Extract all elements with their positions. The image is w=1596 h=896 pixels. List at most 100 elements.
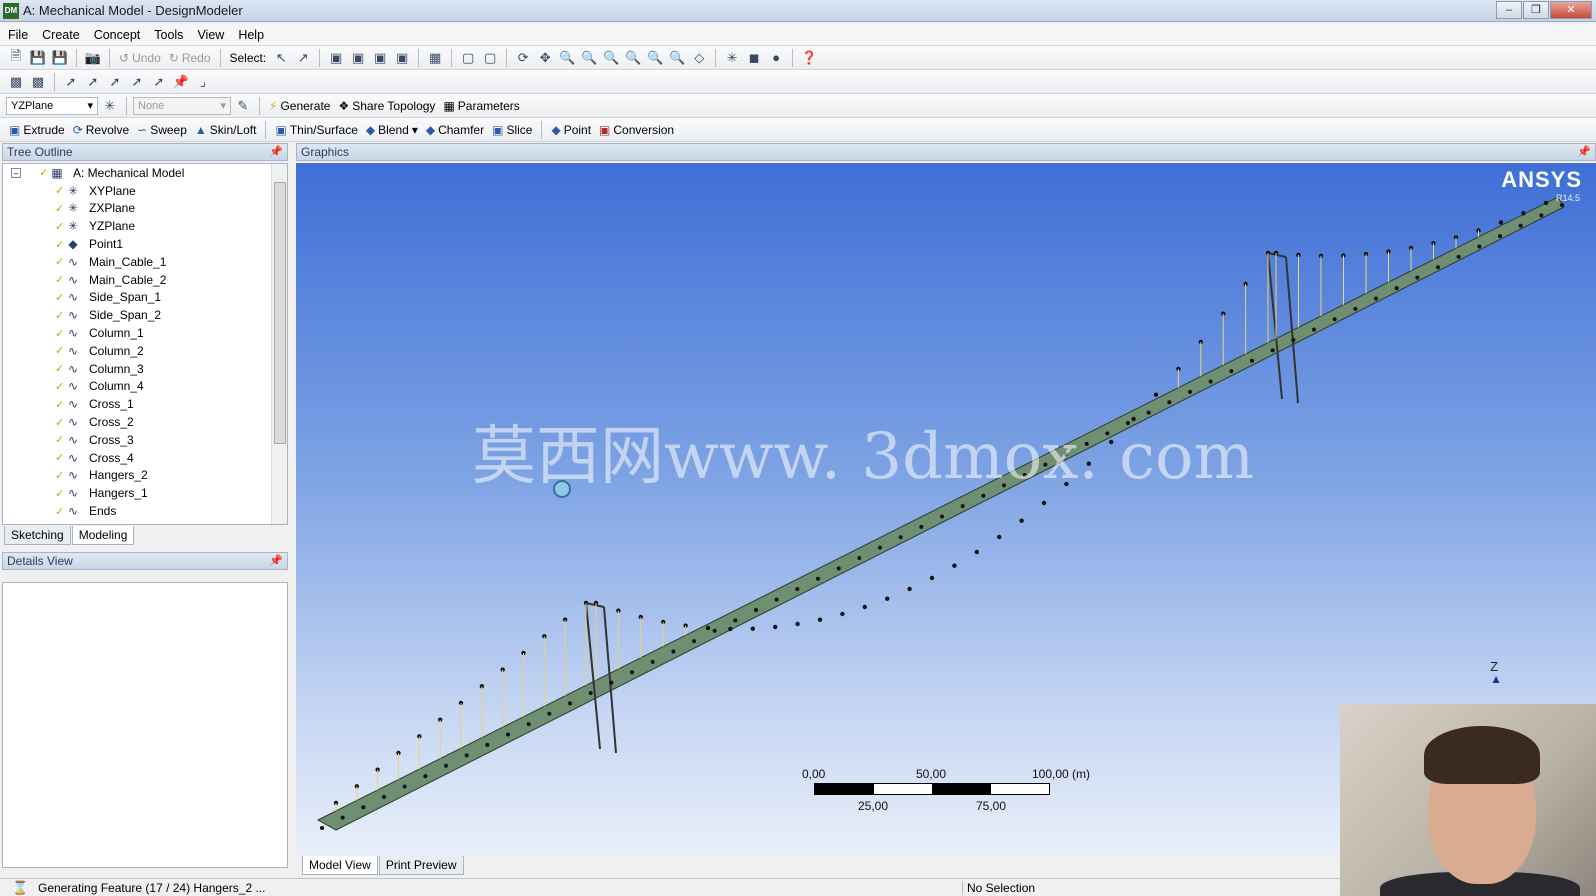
tree-item[interactable]: ✓ ∿ Column_2 — [3, 342, 287, 360]
help-cursor-icon[interactable]: ❓ — [799, 48, 819, 68]
maximize-button[interactable]: ❐ — [1523, 1, 1549, 19]
slice-button[interactable]: ▣ Slice — [489, 123, 535, 137]
menu-concept[interactable]: Concept — [88, 28, 147, 42]
parameters-button[interactable]: ▦ Parameters — [440, 99, 522, 113]
close-button[interactable]: ✕ — [1550, 1, 1592, 19]
sketch-select[interactable]: None ▾ — [133, 96, 231, 115]
tab-modeling[interactable]: Modeling — [71, 526, 135, 545]
redo-button[interactable]: ↻ Redo — [166, 51, 214, 65]
skin-loft-button[interactable]: ▲ Skin/Loft — [192, 123, 260, 137]
pin-icon[interactable]: 📌 — [269, 144, 283, 160]
scroll-thumb[interactable] — [274, 182, 286, 444]
tree-item[interactable]: ✓ ∿ Column_1 — [3, 324, 287, 342]
select-all-icon[interactable]: ▢ — [458, 48, 478, 68]
tree-scrollbar[interactable] — [271, 164, 287, 524]
chevron-down-icon: ▾ — [220, 100, 226, 112]
select-points-icon[interactable]: ▣ — [326, 48, 346, 68]
tree-item[interactable]: ✓ ∿ Main_Cable_1 — [3, 253, 287, 271]
extend-selection-icon[interactable]: ▦ — [425, 48, 445, 68]
corner-tool-icon[interactable]: ⌟ — [193, 72, 213, 92]
select-faces-icon[interactable]: ▣ — [370, 48, 390, 68]
tree-item[interactable]: ✓ ∿ Side_Span_2 — [3, 306, 287, 324]
plane-select[interactable]: YZPlane ▾ — [6, 96, 98, 115]
tree-item-label: Side_Span_1 — [89, 290, 162, 305]
tree-item[interactable]: ✓ ◆ Point1 — [3, 235, 287, 253]
tab-sketching[interactable]: Sketching — [4, 526, 71, 545]
menu-view[interactable]: View — [191, 28, 230, 42]
chamfer-button[interactable]: ◆ Chamfer — [423, 123, 487, 137]
zoom-out-icon[interactable]: 🔍 — [667, 48, 687, 68]
tree-item[interactable]: ✓ ∿ Column_3 — [3, 360, 287, 378]
collapse-icon[interactable]: – — [11, 167, 21, 178]
pin-tool-icon[interactable]: 📌 — [171, 72, 191, 92]
new-sketch-icon[interactable]: ✎ — [233, 96, 253, 116]
axis-arrow-icon: ▲ — [1490, 672, 1502, 686]
point-button[interactable]: ◆ Point — [548, 123, 594, 137]
screenshot-icon[interactable]: 📷 — [83, 48, 103, 68]
tree-item[interactable]: ✓ ∿ Ends — [3, 502, 287, 520]
tree-item[interactable]: ✓ ∿ Cross_3 — [3, 431, 287, 449]
edge-display-icon[interactable]: ▩ — [28, 72, 48, 92]
zoom-in-icon[interactable]: 🔍 — [601, 48, 621, 68]
tree-item[interactable]: ✓ ✳ ZXPlane — [3, 200, 287, 218]
display-points-icon[interactable]: ● — [766, 48, 786, 68]
minimize-button[interactable]: – — [1496, 1, 1522, 19]
thin-surface-button[interactable]: ▣ Thin/Surface — [272, 123, 360, 137]
select-none-icon[interactable]: ▢ — [480, 48, 500, 68]
polyline-tool-icon[interactable]: ➚ — [83, 72, 103, 92]
select-bodies-icon[interactable]: ▣ — [392, 48, 412, 68]
tree-item[interactable]: ✓ ∿ Cross_4 — [3, 449, 287, 467]
share-topology-button[interactable]: ❖ Share Topology — [335, 99, 438, 113]
menu-tools[interactable]: Tools — [148, 28, 189, 42]
save-icon[interactable]: 💾 — [28, 48, 48, 68]
revolve-button[interactable]: ⟳ Revolve — [70, 123, 132, 137]
trim-tool-icon[interactable]: ➚ — [149, 72, 169, 92]
zoom-icon[interactable]: 🔍 — [557, 48, 577, 68]
spline-tool-icon[interactable]: ➚ — [127, 72, 147, 92]
pin-icon[interactable]: 📌 — [1577, 144, 1591, 160]
face-display-icon[interactable]: ▩ — [6, 72, 26, 92]
check-icon: ✓ — [55, 238, 65, 251]
tab-print-preview[interactable]: Print Preview — [378, 856, 464, 875]
save-all-icon[interactable]: 💾 — [50, 48, 70, 68]
blend-button[interactable]: ◆ Blend ▾ — [363, 123, 421, 137]
iso-view-icon[interactable]: ◇ — [689, 48, 709, 68]
tree-item[interactable]: ✓ ✳ YZPlane — [3, 217, 287, 235]
rotate-icon[interactable]: ⟳ — [513, 48, 533, 68]
line-tool-icon[interactable]: ➚ — [61, 72, 81, 92]
conversion-button[interactable]: ▣ Conversion — [596, 123, 677, 137]
menu-create[interactable]: Create — [36, 28, 86, 42]
tree-item[interactable]: ✓ ∿ Cross_1 — [3, 395, 287, 413]
zoom-fit-icon[interactable]: 🔍 — [623, 48, 643, 68]
triad-icon[interactable]: ✳ — [722, 48, 742, 68]
arc-tool-icon[interactable]: ➚ — [105, 72, 125, 92]
select-mode-icon[interactable]: ↖ — [271, 48, 291, 68]
tab-model-view[interactable]: Model View — [302, 856, 378, 875]
pin-icon[interactable]: 📌 — [269, 553, 283, 569]
sweep-button[interactable]: ∽ Sweep — [134, 123, 190, 137]
pan-icon[interactable]: ✥ — [535, 48, 555, 68]
graphics-header: Graphics 📌 — [296, 143, 1596, 161]
tree-item[interactable]: ✓ ∿ Column_4 — [3, 378, 287, 396]
display-model-icon[interactable]: ◼ — [744, 48, 764, 68]
select-filter-icon[interactable]: ↗ — [293, 48, 313, 68]
tree-item[interactable]: ✓ ✳ XYPlane — [3, 182, 287, 200]
generate-button[interactable]: ⚡ Generate — [266, 99, 333, 113]
extrude-button[interactable]: ▣ Extrude — [6, 123, 68, 137]
deck-node — [485, 742, 490, 747]
menu-help[interactable]: Help — [232, 28, 270, 42]
check-icon: ✓ — [39, 167, 49, 180]
zoom-box-icon[interactable]: 🔍 — [579, 48, 599, 68]
tree-item[interactable]: ✓ ∿ Cross_2 — [3, 413, 287, 431]
tree-root[interactable]: – ✓ ▦ A: Mechanical Model — [3, 164, 287, 182]
zoom-to-fit-icon[interactable]: 🔍 — [645, 48, 665, 68]
new-plane-icon[interactable]: ✳ — [100, 96, 120, 116]
new-icon[interactable]: 🗎 — [6, 48, 26, 68]
undo-button[interactable]: ↺ Undo — [116, 51, 164, 65]
menu-file[interactable]: File — [2, 28, 34, 42]
tree-item[interactable]: ✓ ∿ Side_Span_1 — [3, 289, 287, 307]
tree-item[interactable]: ✓ ∿ Main_Cable_2 — [3, 271, 287, 289]
tree-item[interactable]: ✓ ∿ Hangers_2 — [3, 467, 287, 485]
tree-item[interactable]: ✓ ∿ Hangers_1 — [3, 484, 287, 502]
select-edges-icon[interactable]: ▣ — [348, 48, 368, 68]
